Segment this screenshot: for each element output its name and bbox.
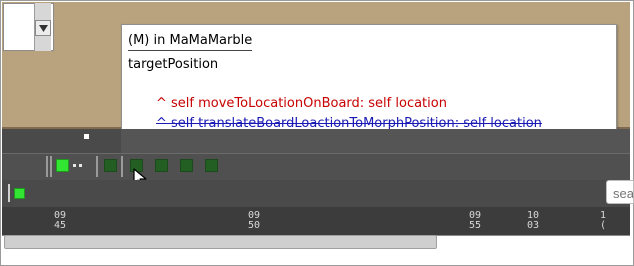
playhead-marker[interactable] <box>8 184 10 202</box>
toolbar-button[interactable] <box>155 159 168 172</box>
toolbar-divider <box>50 156 52 177</box>
status-bar-left <box>2 129 121 153</box>
toolbar-divider <box>121 156 123 177</box>
track-item[interactable] <box>14 188 25 199</box>
toolbar-divider <box>46 156 48 177</box>
toolbar-button[interactable] <box>205 159 218 172</box>
tooltip-selector: targetPosition <box>128 57 219 72</box>
horizontal-scrollbar-thumb[interactable] <box>4 235 437 249</box>
marker-square <box>84 134 89 139</box>
toolbar-button[interactable] <box>104 159 117 172</box>
timeline-tick: 09 55 <box>469 210 482 231</box>
toolbar-button[interactable] <box>180 159 193 172</box>
triangle-down-icon <box>39 25 48 32</box>
timeline-tick: 1( <box>600 210 607 231</box>
toolbar-dots-icon <box>73 164 83 168</box>
pane-menu-button[interactable] <box>35 20 51 36</box>
track-strip <box>2 180 630 207</box>
toolbar-button-active[interactable] <box>56 159 69 172</box>
toolbar-divider <box>96 156 98 177</box>
timeline-tick: 09 45 <box>54 210 67 231</box>
timeline-tick: 10 03 <box>527 210 540 231</box>
tooltip-title: (M) in MaMaMarble <box>128 33 253 51</box>
search-input[interactable] <box>606 180 634 204</box>
bottom-margin <box>2 249 630 263</box>
timeline-tick: 09 50 <box>248 210 261 231</box>
sender-line[interactable]: ^ self moveToLocationOnBoard: self locat… <box>156 96 447 111</box>
